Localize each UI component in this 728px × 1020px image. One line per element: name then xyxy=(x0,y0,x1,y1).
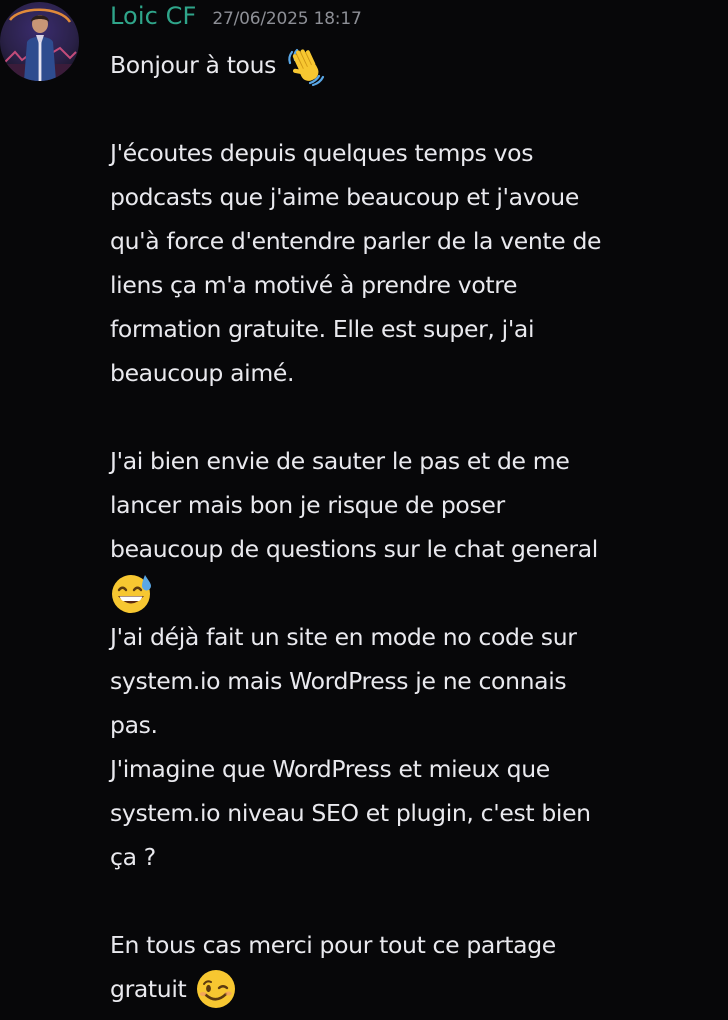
message-text: lancer mais bon je risque de poser xyxy=(110,491,505,519)
message-text: pas. xyxy=(110,711,158,739)
message-text: qu'à force d'entendre parler de la vente… xyxy=(110,227,602,255)
message-text: system.io mais WordPress je ne connais xyxy=(110,667,567,695)
message-line: J'écoutes depuis quelques temps vos xyxy=(110,131,710,175)
message-header: Loic CF 27/06/2025 18:17 xyxy=(110,2,362,38)
waving-hand-emoji xyxy=(283,43,327,87)
message-text: liens ça m'a motivé à prendre votre xyxy=(110,271,518,299)
message-text: ça ? xyxy=(110,843,156,871)
message-line: system.io mais WordPress je ne connais xyxy=(110,659,710,703)
message-line: J'imagine que WordPress et mieux que xyxy=(110,747,710,791)
message-line: J'ai bien envie de sauter le pas et de m… xyxy=(110,439,710,483)
message-line: J'ai déjà fait un site en mode no code s… xyxy=(110,615,710,659)
message-line: lancer mais bon je risque de poser xyxy=(110,483,710,527)
winking-face-emoji xyxy=(194,967,238,1011)
timestamp[interactable]: 27/06/2025 18:17 xyxy=(212,9,361,29)
message-line: gratuit xyxy=(110,967,710,1011)
message-line: pas. xyxy=(110,703,710,747)
message-line xyxy=(110,879,710,923)
message-content: Bonjour à tous J'écoutes depuis quelques… xyxy=(110,43,710,1011)
message-text: J'imagine que WordPress et mieux que xyxy=(110,755,550,783)
message-line: beaucoup de questions sur le chat genera… xyxy=(110,527,710,571)
message-line: ça ? xyxy=(110,835,710,879)
username[interactable]: Loic CF xyxy=(110,2,196,30)
message-line: qu'à force d'entendre parler de la vente… xyxy=(110,219,710,263)
message-line: system.io niveau SEO et plugin, c'est bi… xyxy=(110,791,710,835)
message-line: liens ça m'a motivé à prendre votre xyxy=(110,263,710,307)
message-text: gratuit xyxy=(110,975,187,1003)
message-text: system.io niveau SEO et plugin, c'est bi… xyxy=(110,799,591,827)
message-line xyxy=(110,395,710,439)
message-line xyxy=(110,87,710,131)
message-text: En tous cas merci pour tout ce partage xyxy=(110,931,556,959)
message-text: podcasts que j'aime beaucoup et j'avoue xyxy=(110,183,579,211)
message-line: En tous cas merci pour tout ce partage xyxy=(110,923,710,967)
message-line xyxy=(110,571,710,615)
chat-message: Loic CF 27/06/2025 18:17 Bonjour à tous xyxy=(0,0,728,1020)
message-text: formation gratuite. Elle est super, j'ai xyxy=(110,315,535,343)
message-line: formation gratuite. Elle est super, j'ai xyxy=(110,307,710,351)
message-text: J'ai déjà fait un site en mode no code s… xyxy=(110,623,577,651)
grinning-face-with-sweat-emoji xyxy=(110,571,154,615)
message-text: beaucoup de questions sur le chat genera… xyxy=(110,535,598,563)
message-text: beaucoup aimé. xyxy=(110,359,295,387)
message-text: J'ai bien envie de sauter le pas et de m… xyxy=(110,447,570,475)
message-line: podcasts que j'aime beaucoup et j'avoue xyxy=(110,175,710,219)
message-line: beaucoup aimé. xyxy=(110,351,710,395)
message-text: Bonjour à tous xyxy=(110,51,277,79)
message-text: J'écoutes depuis quelques temps vos xyxy=(110,139,534,167)
avatar[interactable] xyxy=(0,2,79,81)
message-line: Bonjour à tous xyxy=(110,43,710,87)
